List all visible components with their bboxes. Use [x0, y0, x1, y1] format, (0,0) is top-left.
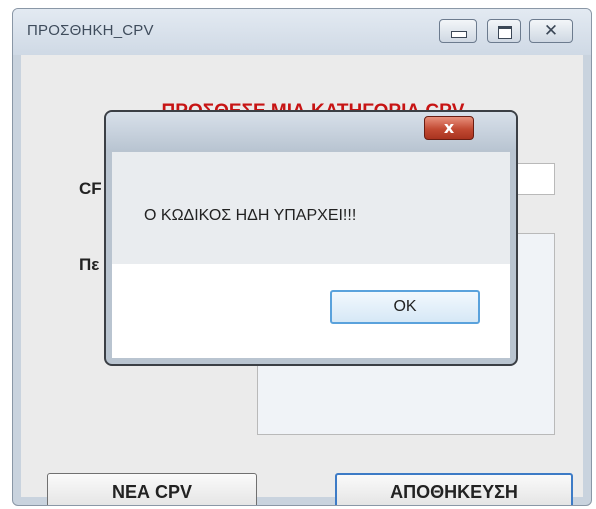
new-cpv-button[interactable]: ΝΕΑ CPV — [47, 473, 257, 505]
close-icon[interactable]: ✕ — [529, 19, 573, 43]
cpv-label: CF — [79, 179, 102, 198]
dialog-body: Ο ΚΩΔΙΚΟΣ ΗΔΗ ΥΠΑΡΧΕΙ!!! — [112, 152, 510, 264]
dialog-message: Ο ΚΩΔΙΚΟΣ ΗΔΗ ΥΠΑΡΧΕΙ!!! — [144, 207, 357, 224]
dialog-close-button[interactable]: x — [424, 116, 474, 140]
window-title: ΠΡΟΣΘΗΚΗ_CPV — [27, 22, 154, 39]
description-label: Πε — [79, 255, 100, 274]
message-dialog: x Ο ΚΩΔΙΚΟΣ ΗΔΗ ΥΠΑΡΧΕΙ!!! OK — [104, 110, 518, 366]
close-icon: x — [443, 118, 455, 137]
ok-button[interactable]: OK — [330, 290, 480, 324]
maximize-icon[interactable] — [487, 19, 521, 43]
minimize-icon[interactable] — [439, 19, 477, 43]
dialog-footer: OK — [112, 264, 510, 358]
close-glyph: ✕ — [543, 21, 559, 41]
save-button[interactable]: ΑΠΟΘΗΚΕΥΣΗ — [335, 473, 573, 505]
window-titlebar[interactable]: ΠΡΟΣΘΗΚΗ_CPV ✕ — [13, 9, 591, 55]
